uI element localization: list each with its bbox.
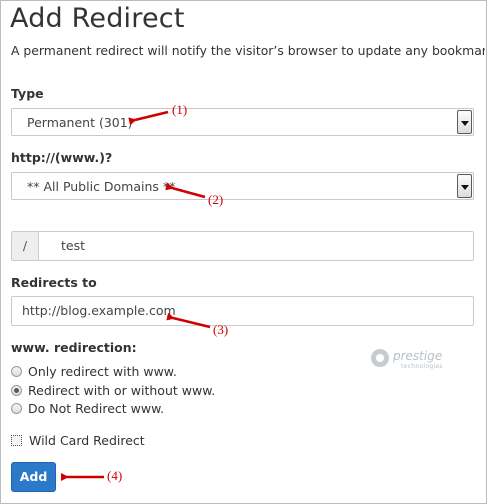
arrow-3-icon xyxy=(166,312,211,329)
annotation-arrows xyxy=(61,110,211,481)
arrow-2-icon xyxy=(165,182,206,199)
annotation-label-3: (3) xyxy=(213,322,229,337)
annotation-label-1: (1) xyxy=(172,102,188,117)
annotation-label-2: (2) xyxy=(208,192,224,207)
annotation-label-4: (4) xyxy=(107,468,123,483)
arrow-1-icon xyxy=(128,110,169,126)
